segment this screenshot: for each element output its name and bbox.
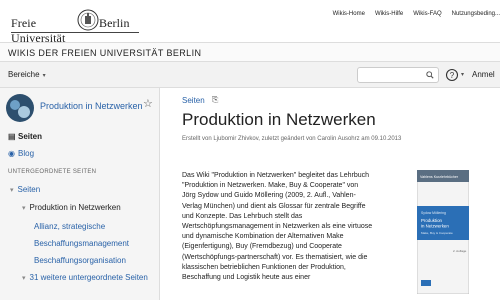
body-line: Verlag München) und dient als Glossar fü… [182,202,366,210]
page-title: Produktion in Netzwerken [182,110,376,129]
areas-label: Bereiche [8,70,40,79]
top-link-help[interactable]: Wikis-Hilfe [375,11,403,17]
tree-item-seiten[interactable]: ▾ Seiten [10,185,40,194]
body-line: und Konzepte. Das Lehrbuch stellt das [182,212,303,220]
chevron-down-icon[interactable]: ▾ [10,187,14,194]
tree-item-label: Beschaffungsmanagement [34,239,130,248]
page-metadata: Erstellt von Ljubomir Zhivkov, zuletzt g… [182,136,402,142]
attachment-icon[interactable]: ⎘ [212,95,218,105]
body-line: klassischen betrieblichen Funktionen der… [182,263,346,271]
body-line: Wertschöpfungsmanagement in Netzwerken a… [182,223,373,231]
tree-item-label: 31 weitere untergeordnete Seiten [29,273,148,282]
book-subtitle: Make, Buy & Cooperate [421,231,453,235]
site-header: Freie Universität Berlin Wikis-Home Wiki… [0,0,500,45]
body-line: Jörg Sydow und Guido Möllering (2009, 2.… [182,192,356,200]
help-icon[interactable]: ? [445,68,459,82]
star-icon[interactable]: ☆ [143,97,153,110]
pages-icon: ▤ [8,132,16,141]
svg-text:?: ? [450,71,455,80]
tree-item-beschaffungsorganisation[interactable]: Beschaffungsorganisation [34,256,126,265]
top-link-home[interactable]: Wikis-Home [333,11,365,17]
logo-word-right: Berlin [99,16,130,30]
page-body: Das Wiki "Produktion in Netzwerken" begl… [182,171,398,283]
body-line: "Produktion in Netzwerken. Make, Buy & C… [182,182,359,190]
toolbar: Bereiche ▾ ? ▾ Anmel [0,62,500,88]
caret-down-icon: ▾ [42,73,46,79]
sidebar-item-pages[interactable]: ▤ Seiten [8,132,42,141]
tree-item-label: Produktion in Netzwerken [29,203,121,212]
body-line: (Wertschöpfungs-partnerschaft) vor. Es t… [182,253,368,261]
tree-item-allianz[interactable]: Allianz, strategische [34,222,105,231]
search-icon [426,71,434,79]
sidebar: Produktion in Netzwerken ☆ ▤ Seiten ◉ Blog… [0,88,160,300]
book-edition: 2. Auflage [453,249,467,253]
body-line: und dynamische Kombination der Alternati… [182,233,344,241]
tree-item-current[interactable]: ▾ Produktion in Netzwerken [22,203,121,212]
areas-menu[interactable]: Bereiche ▾ [8,70,46,79]
space-name[interactable]: Produktion in Netzwerken [40,101,143,111]
space-logo[interactable] [6,94,34,122]
top-link-faq[interactable]: Wikis-FAQ [413,11,441,17]
child-pages-heading: UNTERGEORDNETE SEITEN [8,169,97,175]
body-line: Beschaffung und Logistik heute aus einer [182,274,311,282]
main-content: Seiten ⎘ Produktion in Netzwerken Erstel… [160,88,500,300]
tree-item-label: Seiten [17,185,41,194]
logo-rule [11,32,139,33]
body-line: (Eigenfertigung), Buy (Fremdbezug) und C… [182,243,342,251]
sidebar-item-label: Blog [18,149,35,158]
login-link[interactable]: Anmel [472,70,495,79]
tree-item-label: Allianz, strategische [34,222,106,231]
book-title-2: in Netzwerken [421,224,449,229]
help-caret-icon[interactable]: ▾ [461,71,464,78]
wiki-title[interactable]: WIKIS DER FREIEN UNIVERSITÄT BERLIN [8,48,201,58]
sidebar-item-label: Seiten [18,132,43,141]
search-input[interactable] [357,67,439,83]
book-authors: Sydow Möllering [421,211,446,215]
wiki-title-bar: WIKIS DER FREIEN UNIVERSITÄT BERLIN [0,42,500,62]
breadcrumb[interactable]: Seiten [182,96,205,105]
tree-item-label: Beschaffungsorganisation [34,256,126,265]
sidebar-item-blog[interactable]: ◉ Blog [8,149,34,158]
book-publisher: Vahlens Kurzlehrbücher [420,175,459,179]
book-title-1: Produktion [421,218,443,223]
chevron-down-icon[interactable]: ▾ [22,275,26,282]
top-link-terms[interactable]: Nutzungsbeding... [452,11,500,17]
book-cover-image: Vahlens Kurzlehrbücher Sydow Möllering P… [417,170,469,294]
chevron-down-icon[interactable]: ▾ [22,205,26,212]
body-line: Das Wiki "Produktion in Netzwerken" begl… [182,172,370,179]
rss-icon: ◉ [8,149,15,158]
tree-item-more[interactable]: ▾ 31 weitere untergeordnete Seiten [22,273,148,282]
top-links: Wikis-Home Wikis-Hilfe Wikis-FAQ Nutzung… [333,11,500,17]
tree-item-beschaffungsmanagement[interactable]: Beschaffungsmanagement [34,239,129,248]
